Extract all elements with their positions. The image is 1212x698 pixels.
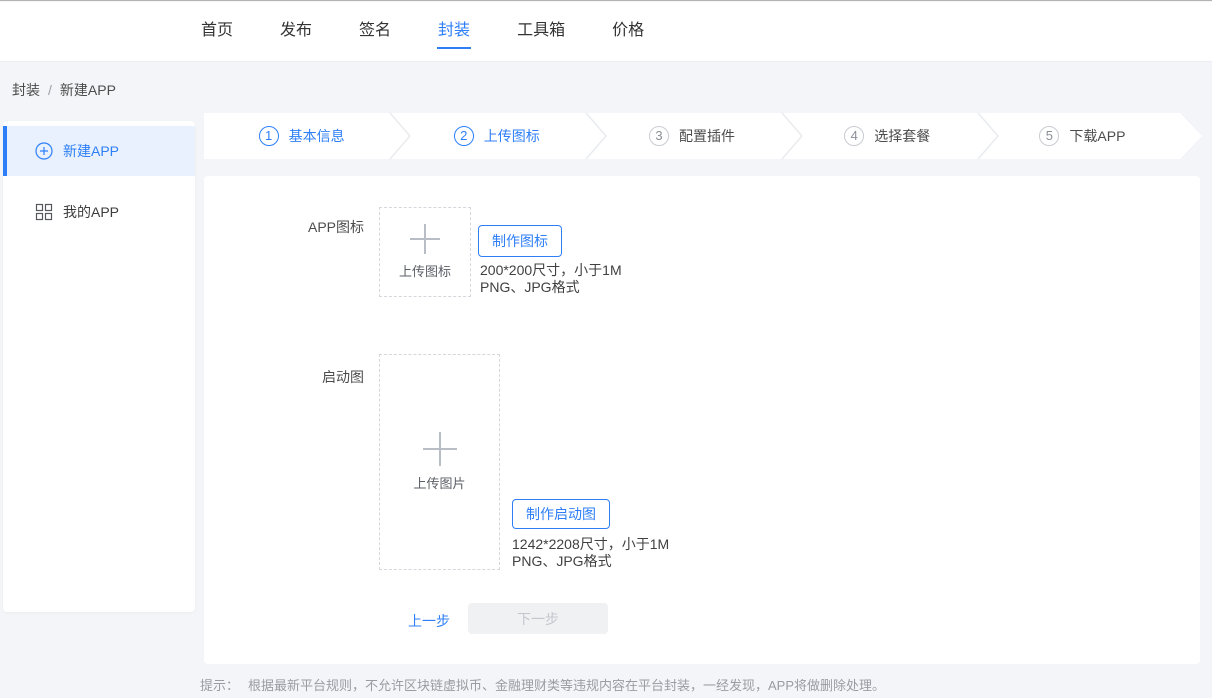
breadcrumb: 封装 / 新建APP [12,80,116,100]
note-prefix: 提示： [200,678,239,693]
step-label: 上传图标 [484,126,540,146]
step-number: 3 [649,126,669,146]
step-label: 选择套餐 [874,126,930,146]
next-step-button[interactable]: 下一步 [468,603,608,634]
app-icon-hint-line2: PNG、JPG格式 [480,279,622,296]
sidebar-item-new-app[interactable]: 新建APP [3,126,195,176]
breadcrumb-current: 新建APP [60,80,116,100]
step-basic-info: 1 基本信息 [204,113,399,159]
nav-item-sign[interactable]: 签名 [358,16,392,49]
step-label: 配置插件 [679,126,735,146]
step-label: 下载APP [1069,126,1125,146]
grid-icon [35,203,53,221]
previous-step-link[interactable]: 上一步 [408,611,450,631]
make-splash-button[interactable]: 制作启动图 [512,499,610,529]
upload-box-text: 上传图片 [413,473,465,492]
upload-form-panel: APP图标 上传图标 制作图标 200*200尺寸，小于1M PNG、JPG格式… [204,176,1200,664]
platform-rules-note: 提示： 根据最新平台规则，不允许区块链虚拟币、金融理财类等违规内容在平台封装，一经… [200,675,885,694]
step-upload-icon: 2 上传图标 [399,113,594,159]
nav-item-publish[interactable]: 发布 [279,16,313,49]
app-icon-hint: 200*200尺寸，小于1M PNG、JPG格式 [480,262,622,296]
step-download-app: 5 下载APP [985,113,1180,159]
step-number: 5 [1039,126,1059,146]
app-icon-upload-box[interactable]: 上传图标 [379,207,471,297]
sidebar: 新建APP 我的APP [3,121,195,612]
splash-hint-line1: 1242*2208尺寸，小于1M [512,536,669,553]
plus-icon [410,224,440,254]
splash-image-upload-box[interactable]: 上传图片 [379,354,500,570]
step-number: 1 [259,126,279,146]
note-text: 根据最新平台规则，不允许区块链虚拟币、金融理财类等违规内容在平台封装，一经发现，… [248,678,885,693]
step-configure-plugins: 3 配置插件 [594,113,789,159]
step-number: 2 [454,126,474,146]
splash-image-label: 启动图 [290,367,364,387]
sidebar-item-label: 新建APP [63,141,119,161]
main-nav: 首页 发布 签名 封装 工具箱 价格 [200,2,645,62]
splash-hint-line2: PNG、JPG格式 [512,553,669,570]
step-wizard: 1 基本信息 2 上传图标 3 配置插件 4 选择套餐 5 下载APP [204,113,1180,159]
plus-circle-icon [35,142,53,160]
plus-icon [423,432,457,466]
nav-item-home[interactable]: 首页 [200,16,234,49]
step-number: 4 [844,126,864,146]
step-select-plan: 4 选择套餐 [790,113,985,159]
upload-box-text: 上传图标 [399,261,451,280]
header: 首页 发布 签名 封装 工具箱 价格 [0,2,1212,62]
nav-item-price[interactable]: 价格 [611,16,645,49]
breadcrumb-parent[interactable]: 封装 [12,80,40,100]
make-icon-button[interactable]: 制作图标 [478,225,562,257]
nav-item-toolbox[interactable]: 工具箱 [516,16,566,49]
splash-image-hint: 1242*2208尺寸，小于1M PNG、JPG格式 [512,536,669,570]
nav-item-package[interactable]: 封装 [437,16,471,49]
app-icon-label: APP图标 [290,217,364,237]
breadcrumb-separator: / [48,82,52,98]
sidebar-item-label: 我的APP [63,202,119,222]
step-label: 基本信息 [289,126,345,146]
app-icon-hint-line1: 200*200尺寸，小于1M [480,262,622,279]
sidebar-item-my-app[interactable]: 我的APP [3,187,195,237]
